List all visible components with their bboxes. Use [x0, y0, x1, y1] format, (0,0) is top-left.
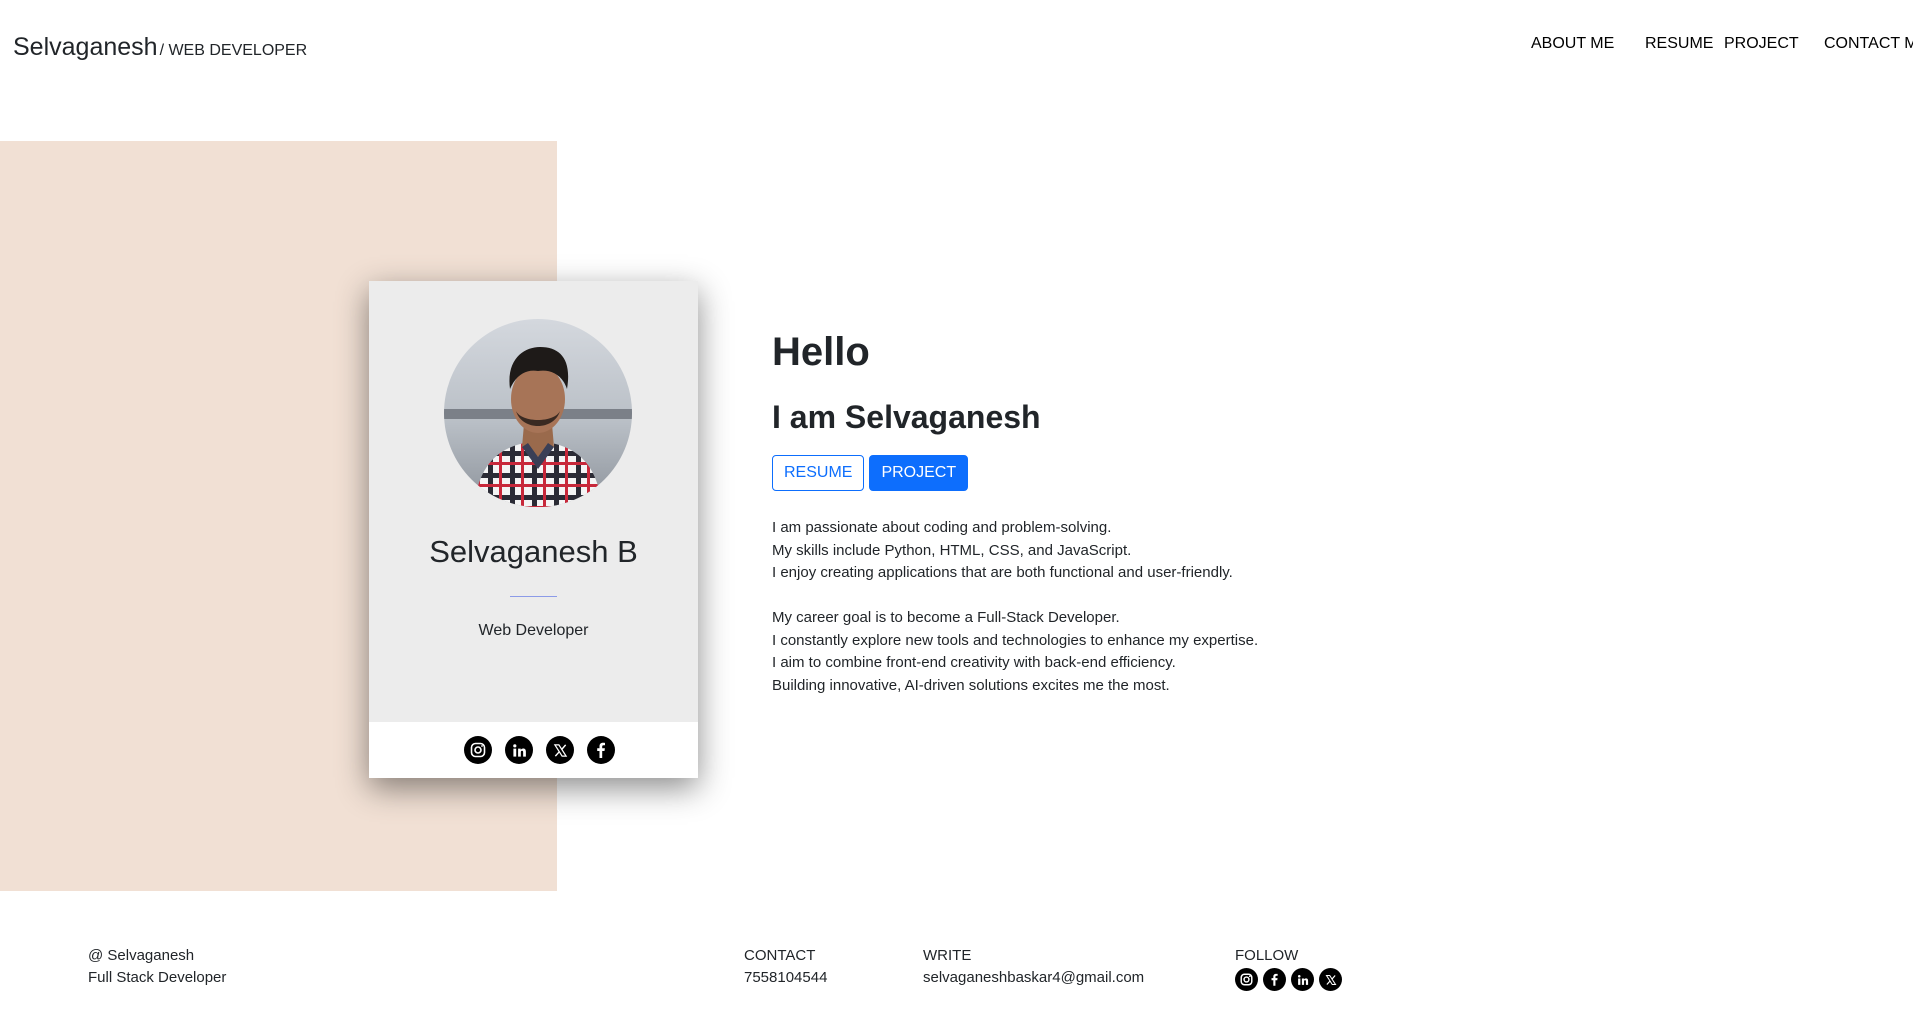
x-icon[interactable]	[1319, 968, 1342, 991]
footer-contact: CONTACT 7558104544	[744, 945, 827, 989]
nav-contact-me[interactable]: CONTACT ME	[1824, 35, 1913, 53]
brand-name[interactable]: Selvaganesh	[13, 33, 158, 62]
resume-button[interactable]: RESUME	[772, 455, 865, 492]
footer-follow: FOLLOW	[1235, 945, 1342, 991]
project-button[interactable]: PROJECT	[869, 455, 969, 492]
x-icon[interactable]	[546, 736, 574, 764]
footer-copyright: @ Selvaganesh	[88, 947, 195, 964]
footer-follow-label: FOLLOW	[1235, 947, 1299, 964]
card-divider	[510, 596, 557, 597]
facebook-icon[interactable]	[587, 736, 615, 764]
facebook-icon[interactable]	[1263, 968, 1286, 991]
about-line: I enjoy creating applications that are b…	[772, 564, 1233, 582]
linkedin-icon[interactable]	[1291, 968, 1314, 991]
footer-phone[interactable]: 7558104544	[744, 967, 827, 989]
brand[interactable]: Selvaganesh / WEB DEVELOPER	[13, 33, 307, 62]
nav-about-me[interactable]: ABOUT ME	[1531, 35, 1614, 53]
footer-email[interactable]: selvaganeshbaskar4@gmail.com	[923, 967, 1144, 989]
instagram-icon[interactable]	[464, 736, 492, 764]
header: Selvaganesh / WEB DEVELOPER ABOUT ME RES…	[0, 0, 1913, 100]
headline: I am Selvaganesh	[772, 399, 1041, 435]
greeting-heading: Hello	[772, 330, 870, 374]
card-role: Web Developer	[478, 622, 589, 639]
about-text: I am passionate about coding and problem…	[772, 517, 1472, 697]
avatar-photo	[444, 319, 632, 507]
nav-resume[interactable]: RESUME	[1645, 35, 1713, 53]
avatar	[444, 319, 632, 507]
about-line: My skills include Python, HTML, CSS, and…	[772, 541, 1132, 559]
instagram-icon[interactable]	[1235, 968, 1258, 991]
footer-write: WRITE selvaganeshbaskar4@gmail.com	[923, 945, 1144, 989]
nav-project[interactable]: PROJECT	[1724, 35, 1799, 53]
footer-social-links	[1235, 968, 1342, 991]
footer-contact-label: CONTACT	[744, 947, 816, 964]
intro-section: Hello I am Selvaganesh RESUME PROJECT I …	[772, 328, 1472, 697]
brand-role: / WEB DEVELOPER	[159, 42, 308, 59]
career-line: Building innovative, AI-driven solutions…	[772, 676, 1170, 694]
card-name: Selvaganesh B	[429, 534, 638, 569]
card-social-links	[369, 722, 698, 778]
career-line: I constantly explore new tools and techn…	[772, 631, 1259, 649]
linkedin-icon[interactable]	[505, 736, 533, 764]
footer-title: Full Stack Developer	[88, 969, 227, 986]
career-line: I aim to combine front-end creativity wi…	[772, 654, 1176, 672]
footer-identity: @ Selvaganesh Full Stack Developer	[88, 945, 226, 989]
footer-write-label: WRITE	[923, 947, 972, 964]
about-line: I am passionate about coding and problem…	[772, 519, 1112, 537]
career-line: My career goal is to become a Full-Stack…	[772, 609, 1120, 627]
profile-card: Selvaganesh B Web Developer	[369, 281, 698, 778]
intro-buttons: RESUME PROJECT	[772, 455, 1472, 492]
